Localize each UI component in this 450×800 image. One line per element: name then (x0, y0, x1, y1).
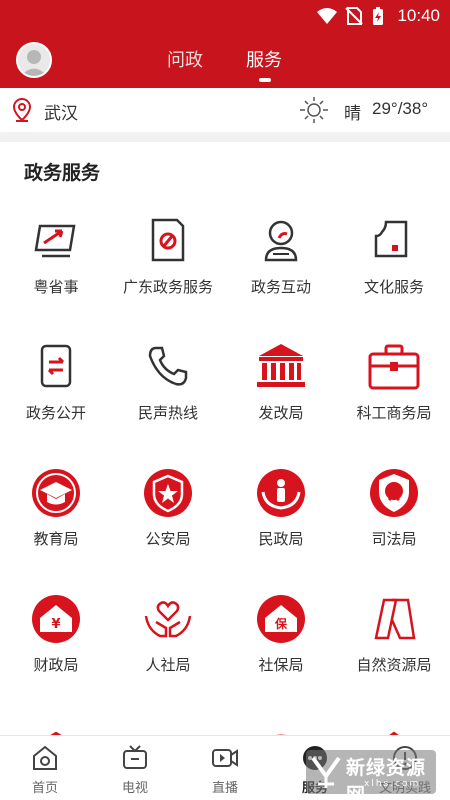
service-label: 科工商务局 (356, 404, 432, 422)
service-commerce-bureau[interactable]: 科工商务局 (338, 322, 450, 448)
no-sim-icon (345, 7, 363, 25)
service-gov-open[interactable]: 政务公开 (0, 322, 112, 448)
svg-text:¥: ¥ (51, 617, 60, 632)
service-natural-resources-bureau[interactable]: 自然资源局 (338, 574, 450, 700)
location-weather-bar: 武汉 晴 29°/38° (0, 88, 450, 132)
service-partial-row[interactable] (338, 700, 450, 736)
service-partial-row[interactable] (0, 700, 112, 736)
service-development-bureau[interactable]: 发改局 (225, 322, 337, 448)
hands-heart-icon (144, 601, 192, 638)
service-label: 教育局 (33, 530, 79, 548)
avatar[interactable] (16, 42, 52, 78)
service-label: 政务互动 (250, 278, 311, 296)
active-tab-indicator (259, 78, 271, 82)
city-name[interactable]: 武汉 (44, 99, 78, 124)
service-finance-bureau[interactable]: ¥ 财政局 (0, 574, 112, 700)
service-label: 广东政务服务 (122, 278, 213, 296)
wifi-icon (317, 8, 337, 24)
culture-icon (374, 220, 408, 258)
tab-wenzheng[interactable]: 问政 (167, 46, 203, 72)
service-partial-row[interactable] (225, 700, 337, 736)
watermark-subtext: xlhs.com (364, 779, 421, 789)
service-label: 发改局 (258, 404, 304, 422)
telephone-icon (148, 346, 188, 386)
building-columns-icon (257, 344, 305, 387)
civil-affairs-icon (257, 469, 305, 517)
natural-resources-icon (374, 598, 416, 640)
service-education-bureau[interactable]: 教育局 (0, 448, 112, 574)
social-security-icon: 保 (257, 595, 305, 643)
service-interaction[interactable]: 政务互动 (225, 196, 337, 322)
service-culture[interactable]: 文化服务 (338, 196, 450, 322)
weather-condition: 晴 (344, 104, 361, 124)
roof-icon (48, 731, 64, 736)
user-avatar-icon (21, 50, 47, 76)
screen-arrow-icon (34, 224, 76, 258)
service-label: 民政局 (258, 530, 304, 548)
phone-transfer-icon (40, 344, 72, 388)
service-guangdong-gov[interactable]: 广东政务服务 (112, 196, 224, 322)
watermark-text: 新绿资源网 (346, 757, 427, 800)
service-label: 公安局 (145, 530, 191, 548)
graduation-cap-icon (32, 469, 80, 517)
section-divider (0, 132, 450, 142)
svg-text:保: 保 (274, 616, 288, 631)
home-camera-icon (33, 745, 57, 770)
section-title: 政务服务 (24, 162, 101, 184)
briefcase-icon (368, 344, 420, 390)
location-pin-icon[interactable] (12, 98, 32, 122)
sun-icon (300, 97, 328, 123)
nav-tv[interactable]: 电视 (90, 736, 180, 800)
watermark: 新绿资源网 xlhs.com (306, 750, 436, 800)
battery-charging-icon (373, 7, 383, 25)
service-label: 粤省事 (33, 278, 79, 296)
finance-yuan-icon: ¥ (32, 595, 80, 643)
watermark-logo-icon (311, 756, 341, 788)
globe-icon (272, 734, 290, 736)
service-label: 政务公开 (25, 404, 86, 422)
service-civil-affairs-bureau[interactable]: 民政局 (225, 448, 337, 574)
tv-icon (123, 745, 147, 769)
party-document-icon (151, 218, 185, 262)
service-label: 司法局 (371, 530, 417, 548)
weather-temperature: 29°/38° (372, 99, 429, 118)
nav-label: 直播 (211, 781, 238, 796)
service-label: 自然资源局 (356, 656, 432, 674)
nav-label: 首页 (31, 781, 58, 796)
nav-live[interactable]: 直播 (180, 736, 270, 800)
service-hotline[interactable]: 民声热线 (112, 322, 224, 448)
clock: 10:40 (397, 6, 440, 25)
service-justice-bureau[interactable]: 司法局 (338, 448, 450, 574)
roof-outline-icon (387, 731, 401, 736)
service-label: 民声热线 (137, 404, 198, 422)
status-bar: 10:40 (0, 0, 450, 32)
shop-icon (140, 720, 196, 736)
service-label: 财政局 (33, 656, 79, 674)
nav-home[interactable]: 首页 (0, 736, 90, 800)
user-interaction-icon (264, 220, 298, 262)
service-police-bureau[interactable]: 公安局 (112, 448, 224, 574)
service-label: 社保局 (258, 656, 304, 674)
service-label: 文化服务 (363, 278, 424, 296)
nav-label: 电视 (121, 781, 148, 796)
tab-service[interactable]: 服务 (246, 46, 282, 72)
service-label: 人社局 (145, 656, 191, 674)
justice-shield-icon (370, 469, 418, 517)
service-partial-row[interactable] (112, 700, 224, 736)
police-star-icon (144, 469, 192, 517)
service-yueshengshi[interactable]: 粤省事 (0, 196, 112, 322)
service-social-security-bureau[interactable]: 保 社保局 (225, 574, 337, 700)
top-header: 问政 服务 (0, 32, 450, 88)
video-icon (212, 749, 238, 767)
service-hr-social-bureau[interactable]: 人社局 (112, 574, 224, 700)
